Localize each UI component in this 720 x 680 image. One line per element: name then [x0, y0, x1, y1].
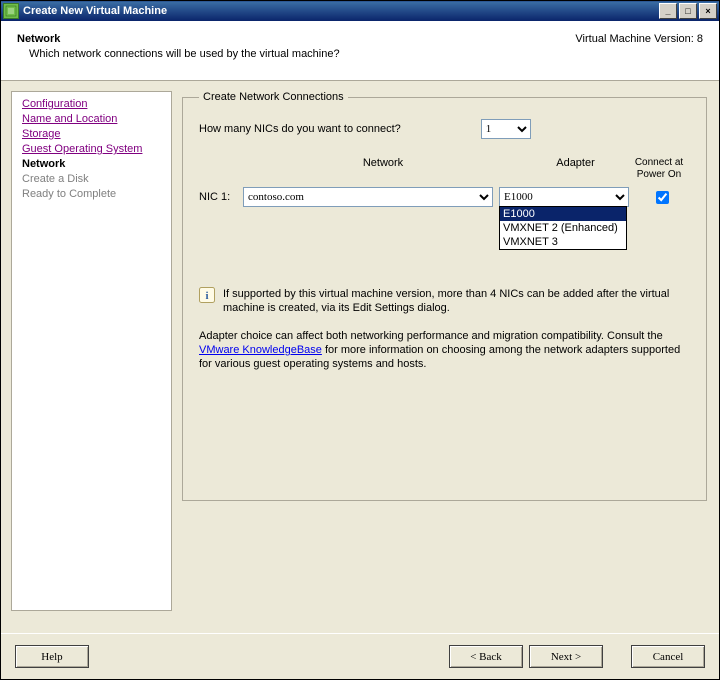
page-title: Network	[17, 33, 575, 45]
next-button[interactable]: Next >	[529, 645, 603, 668]
network-connections-group: Create Network Connections How many NICs…	[182, 91, 707, 501]
col-header-adapter: Adapter	[523, 157, 628, 181]
close-button[interactable]: ×	[699, 3, 717, 19]
nic1-network-select[interactable]: contoso.com	[243, 187, 493, 207]
minimize-button[interactable]: _	[659, 3, 677, 19]
nic-count-label: How many NICs do you want to connect?	[199, 123, 401, 135]
group-legend: Create Network Connections	[199, 91, 348, 103]
step-guest-os[interactable]: Guest Operating System	[22, 143, 161, 155]
info-text: If supported by this virtual machine ver…	[223, 287, 690, 315]
wizard-footer: Help < Back Next > Cancel	[1, 633, 719, 679]
svg-text:i: i	[205, 290, 208, 302]
titlebar: Create New Virtual Machine _ □ ×	[1, 1, 719, 21]
adapter-advice: Adapter choice can affect both networkin…	[199, 329, 690, 371]
adapter-dropdown-list: E1000 VMXNET 2 (Enhanced) VMXNET 3	[499, 206, 627, 250]
info-icon: i	[199, 287, 215, 303]
step-storage[interactable]: Storage	[22, 128, 161, 140]
wizard-window: Create New Virtual Machine _ □ × Network…	[0, 0, 720, 680]
step-ready: Ready to Complete	[22, 188, 161, 200]
col-header-poweron: Connect at Power On	[628, 157, 690, 181]
nic-count-select[interactable]: 1	[481, 119, 531, 139]
cancel-button[interactable]: Cancel	[631, 645, 705, 668]
adapter-option-vmxnet2[interactable]: VMXNET 2 (Enhanced)	[500, 221, 626, 235]
wizard-main: Create Network Connections How many NICs…	[180, 91, 709, 611]
adapter-option-e1000[interactable]: E1000	[500, 207, 626, 221]
maximize-button[interactable]: □	[679, 3, 697, 19]
nic1-label: NIC 1:	[199, 191, 243, 203]
app-icon	[3, 3, 19, 19]
step-network: Network	[22, 158, 161, 170]
nic1-adapter-select[interactable]: E1000	[499, 187, 629, 207]
step-name-location[interactable]: Name and Location	[22, 113, 161, 125]
step-configuration[interactable]: Configuration	[22, 98, 161, 110]
wizard-header: Network Which network connections will b…	[1, 21, 719, 81]
col-header-network: Network	[243, 157, 523, 181]
window-buttons: _ □ ×	[657, 3, 717, 19]
window-title: Create New Virtual Machine	[23, 5, 657, 17]
kb-link[interactable]: VMware KnowledgeBase	[199, 344, 322, 356]
page-subtitle: Which network connections will be used b…	[29, 48, 575, 60]
wizard-steps-sidebar: Configuration Name and Location Storage …	[11, 91, 172, 611]
back-button[interactable]: < Back	[449, 645, 523, 668]
step-create-disk: Create a Disk	[22, 173, 161, 185]
adapter-option-vmxnet3[interactable]: VMXNET 3	[500, 235, 626, 249]
help-button[interactable]: Help	[15, 645, 89, 668]
wizard-body: Configuration Name and Location Storage …	[1, 81, 719, 621]
nic1-poweron-checkbox[interactable]	[656, 191, 669, 204]
vm-version-label: Virtual Machine Version: 8	[575, 33, 703, 45]
